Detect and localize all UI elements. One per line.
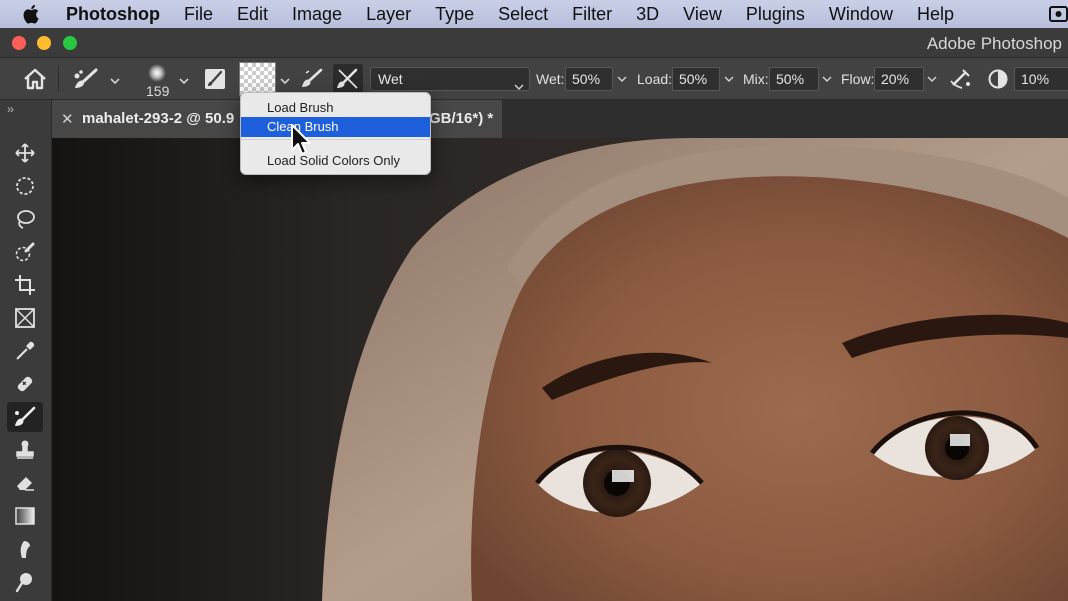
window-close-button[interactable] (12, 36, 26, 50)
mixer-brush-tool[interactable] (7, 402, 43, 432)
chevron-down-icon[interactable] (109, 73, 121, 91)
menu-divider (241, 139, 430, 140)
move-tool-icon (15, 143, 35, 163)
crop-icon (15, 275, 35, 295)
eyedropper-icon (16, 341, 35, 360)
chevron-down-icon[interactable] (279, 73, 291, 91)
gradient-tool[interactable] (7, 501, 43, 531)
menu-3d[interactable]: 3D (636, 0, 659, 28)
menu-item-load-solid-colors[interactable]: Load Solid Colors Only (241, 151, 430, 171)
frame-tool[interactable] (7, 303, 43, 333)
chevron-down-icon[interactable] (720, 67, 738, 91)
menu-item-clean-brush[interactable]: Clean Brush (241, 117, 430, 137)
mixer-preset-value: Wet (378, 71, 403, 87)
airbrush-icon[interactable] (948, 66, 974, 92)
current-brush-load-swatch[interactable] (239, 62, 276, 96)
menu-view[interactable]: View (683, 0, 722, 28)
window-minimize-button[interactable] (37, 36, 51, 50)
load-label: Load: (637, 71, 673, 87)
menu-select[interactable]: Select (498, 0, 548, 28)
mixer-preset-select[interactable]: Wet (370, 67, 530, 91)
menu-app-name[interactable]: Photoshop (66, 0, 160, 28)
flow-input[interactable]: 20% (874, 67, 924, 91)
menu-item-load-brush[interactable]: Load Brush (241, 98, 430, 118)
elliptical-marquee-tool[interactable] (7, 171, 43, 201)
chevron-down-icon[interactable] (613, 67, 631, 91)
menu-edit[interactable]: Edit (237, 0, 268, 28)
menu-help[interactable]: Help (917, 0, 954, 28)
clone-stamp-tool[interactable] (7, 435, 43, 465)
quick-selection-icon (15, 242, 35, 262)
chevron-down-icon[interactable] (923, 67, 941, 91)
tools-panel: ›› (0, 100, 52, 601)
window-title: Adobe Photoshop (926, 34, 1062, 53)
load-input[interactable]: 50% (672, 67, 720, 91)
menu-filter[interactable]: Filter (572, 0, 612, 28)
home-icon[interactable] (22, 58, 48, 100)
gradient-icon (15, 507, 35, 525)
mouse-cursor-icon (291, 124, 311, 155)
portrait-photo (52, 138, 1068, 601)
lasso-tool[interactable] (7, 204, 43, 234)
chevron-down-icon (514, 75, 524, 97)
healing-brush-tool[interactable] (7, 369, 43, 399)
eraser-tool[interactable] (7, 468, 43, 498)
menu-file[interactable]: File (184, 0, 213, 28)
smudge-tool[interactable] (7, 534, 43, 564)
smoothing-angle-icon[interactable] (987, 66, 1009, 92)
eyedropper-tool[interactable] (7, 336, 43, 366)
mix-input[interactable]: 50% (769, 67, 819, 91)
status-bar-icon[interactable] (1048, 4, 1068, 24)
smoothing-input[interactable]: 10% (1014, 67, 1068, 91)
quick-selection-tool[interactable] (7, 237, 43, 267)
lasso-icon (17, 210, 35, 229)
wet-input[interactable]: 50% (565, 67, 613, 91)
panel-collapse-icon[interactable]: ›› (7, 102, 14, 116)
window-maximize-button[interactable] (63, 36, 77, 50)
elliptical-marquee-icon (16, 177, 34, 195)
clean-brush-toggle[interactable] (333, 64, 363, 94)
load-brush-menu: Load Brush Clean Brush Load Solid Colors… (240, 92, 431, 175)
document-tab-title: mahalet-293-2 @ 50.9 (82, 110, 235, 127)
move-tool[interactable] (7, 138, 43, 168)
mixer-brush-preset-icon[interactable] (72, 58, 102, 100)
menu-bar: Photoshop File Edit Image Layer Type Sel… (0, 0, 1068, 28)
dodge-icon (15, 573, 32, 593)
chevron-down-icon[interactable] (818, 67, 836, 91)
menu-window[interactable]: Window (829, 0, 893, 28)
document-tab-title-suffix: GB/16*) * (429, 110, 494, 127)
brush-settings-icon[interactable] (203, 58, 227, 100)
frame-icon (15, 308, 35, 328)
crop-tool[interactable] (7, 270, 43, 300)
document-canvas[interactable] (52, 138, 1068, 601)
menu-layer[interactable]: Layer (366, 0, 411, 28)
wet-label: Wet: (536, 71, 565, 87)
apple-icon[interactable] (22, 0, 48, 28)
document-tab-bar: ✕ mahalet-293-2 @ 50.9 GB/16*) * (52, 100, 1068, 138)
mixer-brush-icon (15, 406, 36, 426)
dodge-tool[interactable] (7, 567, 43, 597)
menu-plugins[interactable]: Plugins (746, 0, 805, 28)
eraser-icon (17, 477, 34, 491)
brush-size-value: 159 (146, 83, 170, 99)
healing-brush-icon (17, 376, 33, 392)
mix-label: Mix: (743, 71, 769, 87)
close-tab-icon[interactable]: ✕ (61, 110, 74, 128)
flow-label: Flow: (841, 71, 875, 87)
clone-stamp-icon (16, 440, 34, 459)
smudge-icon (20, 541, 30, 558)
menu-image[interactable]: Image (292, 0, 342, 28)
menu-type[interactable]: Type (435, 0, 474, 28)
chevron-down-icon[interactable] (178, 73, 190, 91)
